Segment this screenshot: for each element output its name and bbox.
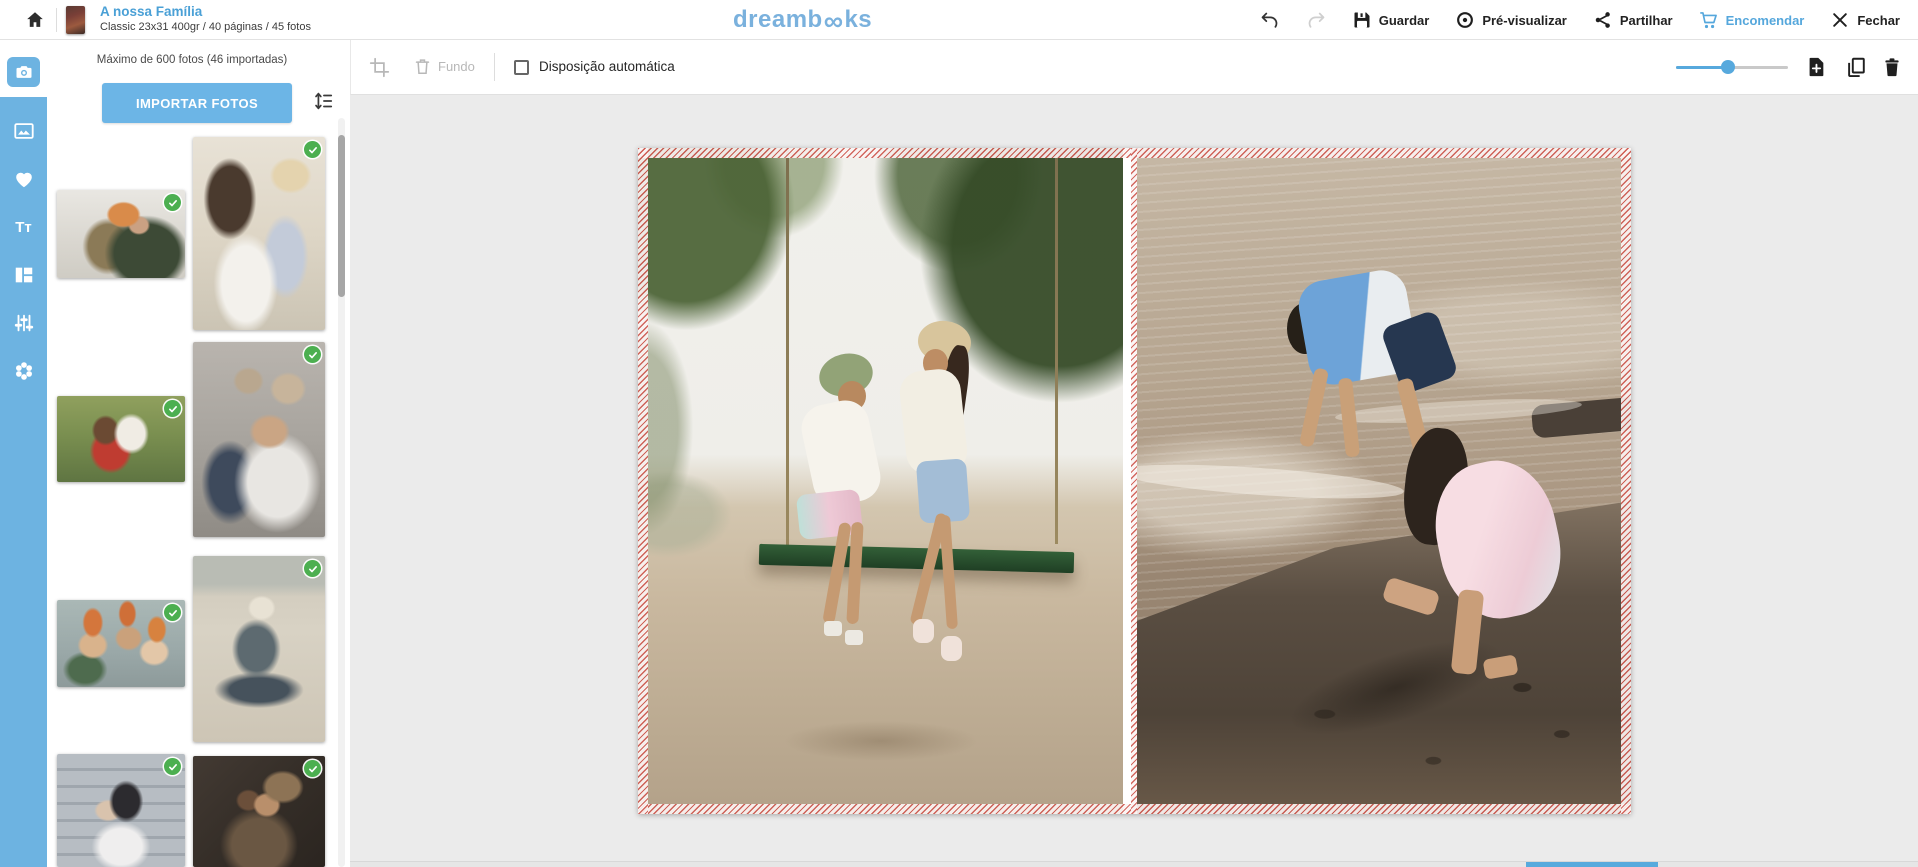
sidebar-item-favorites[interactable] bbox=[0, 159, 47, 199]
right-page-photo[interactable] bbox=[1137, 148, 1631, 814]
swing-rope bbox=[1055, 148, 1058, 544]
project-subtitle: Classic 23x31 400gr / 40 páginas / 45 fo… bbox=[100, 21, 311, 33]
order-button[interactable]: Encomendar bbox=[1699, 10, 1805, 30]
preview-label: Pré-visualizar bbox=[1482, 13, 1567, 28]
add-page-icon[interactable] bbox=[1805, 56, 1827, 78]
zoom-slider[interactable] bbox=[1676, 60, 1788, 74]
adjustments-icon bbox=[13, 312, 35, 334]
auto-layout-label[interactable]: Disposição automática bbox=[539, 59, 675, 74]
flower-sticker-icon bbox=[13, 360, 35, 382]
duplicate-page-icon[interactable] bbox=[1845, 56, 1867, 78]
photo-thumbnail[interactable] bbox=[57, 396, 185, 482]
girl-figure bbox=[1384, 428, 1591, 708]
save-button[interactable]: Guardar bbox=[1352, 10, 1430, 30]
share-icon bbox=[1593, 10, 1613, 30]
project-title: A nossa Família bbox=[100, 4, 311, 19]
cart-icon bbox=[1699, 10, 1719, 30]
logo-text-prefix: dreamb bbox=[733, 6, 823, 34]
photos-panel: Máximo de 600 fotos (46 importadas) IMPO… bbox=[47, 40, 350, 867]
remove-background-button[interactable]: Fundo bbox=[413, 57, 475, 76]
share-label: Partilhar bbox=[1620, 13, 1673, 28]
heart-icon bbox=[13, 168, 35, 190]
undo-icon[interactable] bbox=[1260, 10, 1280, 30]
selected-check-badge bbox=[164, 400, 181, 417]
background-label: Fundo bbox=[438, 59, 475, 74]
auto-layout-checkbox[interactable] bbox=[514, 60, 529, 75]
selected-check-badge bbox=[164, 758, 181, 775]
sidebar-item-stickers[interactable] bbox=[0, 351, 47, 391]
sidebar-item-text[interactable]: Tᴛ bbox=[0, 207, 47, 247]
dreambooks-logo: dreamb∞ks bbox=[733, 0, 872, 40]
text-icon: Tᴛ bbox=[15, 219, 32, 236]
photo-thumbnail[interactable] bbox=[57, 754, 185, 867]
close-label: Fechar bbox=[1857, 13, 1900, 28]
selected-check-badge bbox=[164, 194, 181, 211]
camera-icon bbox=[14, 62, 34, 82]
panel-scrollbar-thumb[interactable] bbox=[338, 135, 345, 297]
book-spread bbox=[638, 148, 1631, 814]
share-button[interactable]: Partilhar bbox=[1593, 10, 1673, 30]
editor-canvas bbox=[350, 95, 1918, 867]
save-label: Guardar bbox=[1379, 13, 1430, 28]
toolbar-divider bbox=[494, 53, 495, 81]
save-icon bbox=[1352, 10, 1372, 30]
photo-thumbnail[interactable] bbox=[193, 756, 325, 867]
selected-check-badge bbox=[304, 141, 321, 158]
home-icon[interactable] bbox=[24, 9, 46, 31]
photo-thumbnail[interactable] bbox=[57, 600, 185, 687]
bottom-bar-peek bbox=[350, 861, 1918, 867]
topbar-actions: Guardar Pré-visualizar Partilhar Encomen… bbox=[1260, 0, 1918, 40]
photos-icon bbox=[13, 120, 35, 142]
delete-page-icon[interactable] bbox=[1881, 56, 1903, 78]
bleed-margin-right bbox=[1621, 148, 1631, 814]
import-photos-button[interactable]: IMPORTAR FOTOS bbox=[102, 83, 292, 123]
swing-rope bbox=[786, 148, 789, 558]
layouts-icon bbox=[13, 264, 35, 286]
ground-shadow bbox=[784, 721, 978, 761]
photo-thumbnail[interactable] bbox=[193, 137, 325, 330]
order-label: Encomendar bbox=[1726, 13, 1805, 28]
zoom-slider-thumb[interactable] bbox=[1721, 60, 1735, 74]
sidebar-item-photos-active[interactable] bbox=[7, 57, 40, 87]
selected-check-badge bbox=[304, 346, 321, 363]
close-icon bbox=[1830, 10, 1850, 30]
close-button[interactable]: Fechar bbox=[1830, 10, 1900, 30]
bottom-blue-element[interactable] bbox=[1526, 862, 1658, 867]
logo-text-suffix: ks bbox=[844, 6, 872, 34]
selected-check-badge bbox=[304, 560, 321, 577]
trash-icon bbox=[413, 57, 432, 76]
photo-thumbnail[interactable] bbox=[193, 556, 325, 742]
left-page-photo[interactable] bbox=[638, 148, 1123, 814]
selected-check-badge bbox=[304, 760, 321, 777]
preview-button[interactable]: Pré-visualizar bbox=[1455, 10, 1567, 30]
sidebar-item-layouts[interactable] bbox=[0, 255, 47, 295]
bleed-margin-spine bbox=[1131, 148, 1137, 814]
logo-infinity-glyph: ∞ bbox=[824, 8, 844, 35]
topbar-divider bbox=[56, 8, 57, 32]
crop-icon[interactable] bbox=[369, 57, 390, 78]
project-title-block: A nossa Família Classic 23x31 400gr / 40… bbox=[100, 4, 311, 33]
selected-check-badge bbox=[164, 604, 181, 621]
photo-thumbnail[interactable] bbox=[57, 190, 185, 278]
girl-figure bbox=[890, 321, 1016, 667]
photo-thumbnail[interactable] bbox=[193, 342, 325, 537]
sort-icon[interactable] bbox=[312, 90, 334, 112]
editor-toolbar: Fundo Disposição automática bbox=[350, 40, 1918, 95]
sidebar-item-adjustments[interactable] bbox=[0, 303, 47, 343]
sidebar-item-gallery[interactable] bbox=[0, 111, 47, 151]
redo-icon[interactable] bbox=[1306, 10, 1326, 30]
left-nav-rail: Tᴛ bbox=[0, 40, 47, 867]
preview-icon bbox=[1455, 10, 1475, 30]
photos-count-header: Máximo de 600 fotos (46 importadas) bbox=[47, 54, 337, 66]
bleed-margin-left bbox=[638, 148, 648, 814]
book-cover-thumbnail bbox=[66, 6, 85, 34]
top-bar: A nossa Família Classic 23x31 400gr / 40… bbox=[0, 0, 1918, 40]
